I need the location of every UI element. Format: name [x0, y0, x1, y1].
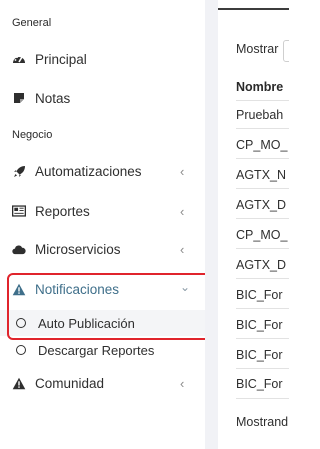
warning-icon [12, 376, 26, 390]
sidebar-item-label: Principal [35, 51, 87, 67]
table-row[interactable]: CP_MO_ [236, 228, 287, 242]
cloud-icon [12, 242, 26, 256]
table-info-footer: Mostrand [236, 415, 289, 429]
section-title-general: General [12, 17, 52, 29]
sidebar-subitem-label: Descargar Reportes [38, 342, 155, 358]
sidebar: General Principal Notas Negocio Automati… [0, 0, 215, 449]
chevron-left-icon: ‹ [180, 375, 185, 391]
note-icon [12, 91, 26, 105]
show-entries-label: Mostrar [236, 42, 279, 56]
sidebar-item-label: Automatizaciones [35, 163, 142, 179]
column-header-nombre[interactable]: Nombre [236, 80, 283, 94]
sidebar-item-microservicios[interactable]: Microservicios ‹ [0, 233, 205, 265]
table-row[interactable]: AGTX_D [236, 258, 286, 272]
row-divider [236, 368, 289, 369]
main-content: Mostrar Nombre Pruebah CP_MO_ AGTX_N AGT… [218, 0, 289, 449]
row-divider [236, 128, 289, 129]
entries-select[interactable] [283, 40, 289, 62]
row-divider [236, 338, 289, 339]
sidebar-subitem-descargar-reportes[interactable]: Descargar Reportes [0, 337, 205, 363]
table-row[interactable]: AGTX_N [236, 168, 286, 182]
table-row[interactable]: BIC_For [236, 348, 283, 362]
table-row[interactable]: BIC_For [236, 377, 283, 391]
row-divider [236, 218, 289, 219]
sidebar-item-notas[interactable]: Notas [0, 82, 205, 114]
header-divider [236, 100, 289, 101]
top-bar-edge [218, 0, 289, 10]
table-row[interactable]: Pruebah [236, 108, 283, 122]
row-divider [236, 308, 289, 309]
sidebar-item-automatizaciones[interactable]: Automatizaciones ‹ [0, 155, 205, 187]
sidebar-item-principal[interactable]: Principal [0, 43, 205, 75]
sidebar-item-label: Comunidad [35, 375, 105, 391]
circle-icon [16, 345, 26, 355]
row-divider [236, 188, 289, 189]
row-divider [236, 248, 289, 249]
table-row[interactable]: CP_MO_ [236, 138, 287, 152]
chevron-left-icon: ‹ [180, 241, 185, 257]
sidebar-item-reportes[interactable]: Reportes ‹ [0, 195, 205, 227]
row-divider [236, 278, 289, 279]
rocket-icon [12, 164, 26, 178]
highlight-annotation [7, 273, 215, 340]
table-row[interactable]: BIC_For [236, 288, 283, 302]
sidebar-item-comunidad[interactable]: Comunidad ‹ [0, 367, 205, 399]
sidebar-item-label: Microservicios [35, 241, 121, 257]
table-row[interactable]: BIC_For [236, 318, 283, 332]
sidebar-item-label: Notas [35, 90, 71, 106]
table-row[interactable]: AGTX_D [236, 198, 286, 212]
section-title-negocio: Negocio [12, 129, 53, 141]
content-gutter [205, 0, 218, 449]
dashboard-icon [12, 52, 26, 66]
chevron-left-icon: ‹ [180, 203, 185, 219]
chevron-left-icon: ‹ [180, 163, 185, 179]
row-divider [236, 158, 289, 159]
newspaper-icon [12, 204, 26, 218]
row-divider [236, 398, 289, 399]
sidebar-item-label: Reportes [35, 203, 90, 219]
